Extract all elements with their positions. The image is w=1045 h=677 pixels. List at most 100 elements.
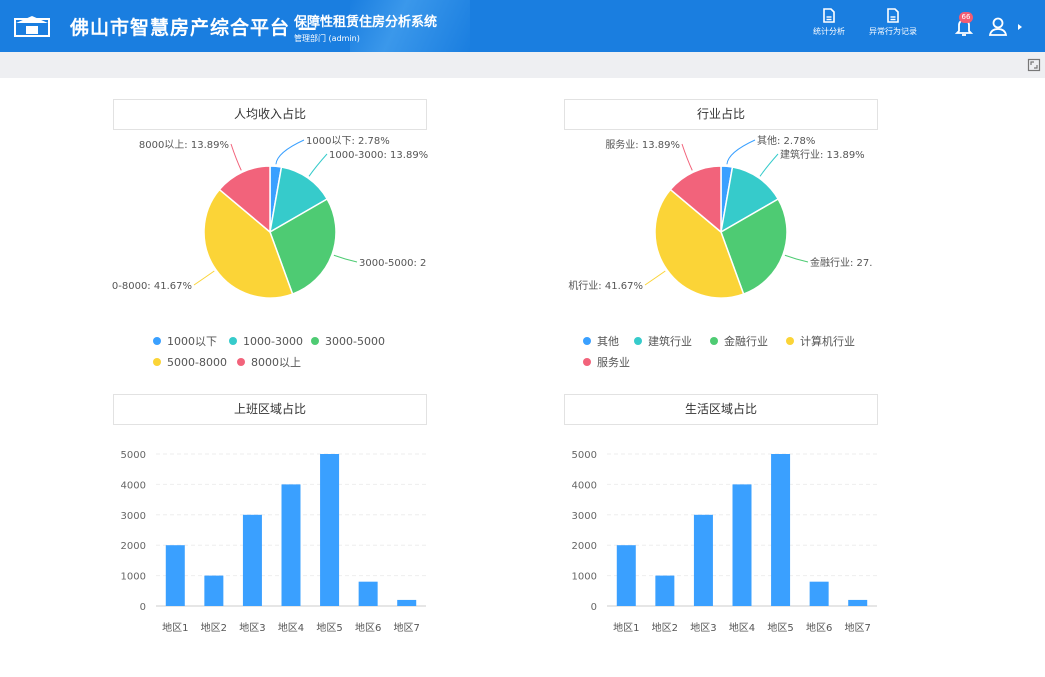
life-area-x-tick-label-2: 地区2 [652, 621, 678, 634]
top-header: 佛山市智慧房产综合平台 — 保障性租赁住房分析系统 管理部门 (admin) 统… [0, 0, 1045, 52]
life-area-panel-title: 生活区域占比 [564, 394, 878, 425]
work-area-x-tick-label-2: 地区2 [201, 621, 227, 634]
industry-label-line-5 [681, 143, 693, 171]
life-area-y-tick-label: 1000 [572, 572, 597, 583]
work-area-y-tick-label: 2000 [121, 541, 146, 552]
work-area-y-tick-label: 3000 [121, 511, 146, 522]
work-area-panel-title: 上班区域占比 [113, 394, 427, 425]
industry-legend-marker-4[interactable] [786, 337, 794, 345]
industry-legend-marker-1[interactable] [583, 337, 591, 345]
work-area-x-tick-label-1: 地区1 [162, 621, 188, 634]
income-slice-label-2: 1000-3000: 13.89% [329, 150, 428, 161]
life-area-y-tick-label: 3000 [572, 511, 597, 522]
income-legend-marker-4[interactable] [153, 358, 161, 366]
income-legend-label-3[interactable]: 3000-5000 [325, 335, 385, 348]
industry-legend-label-2[interactable]: 建筑行业 [648, 334, 692, 348]
income-label-line-5 [230, 143, 242, 171]
life-area-bar-2[interactable] [655, 575, 675, 606]
work-area-x-tick-label-6: 地区6 [355, 621, 381, 634]
life-area-y-tick-label: 0 [591, 602, 597, 613]
life-area-x-tick-label-5: 地区5 [767, 621, 793, 634]
toolbar [0, 52, 1045, 78]
work-area-y-tick-label: 5000 [121, 450, 146, 461]
work-area-x-tick-label-7: 地区7 [394, 621, 420, 634]
work-area-y-tick-label: 1000 [121, 572, 146, 583]
life-area-y-tick-label: 2000 [572, 541, 597, 552]
life-area-x-tick-label-4: 地区4 [729, 621, 755, 634]
income-slice-label-1: 1000以下: 2.78% [306, 136, 390, 147]
industry-legend-marker-2[interactable] [634, 337, 642, 345]
life-area-bar-5[interactable] [771, 454, 791, 606]
user-icon [988, 17, 1022, 36]
life-area-bar-6[interactable] [809, 581, 829, 606]
work-area-bar-5[interactable] [320, 454, 340, 606]
industry-label-line-2 [759, 153, 779, 177]
work-area-bar-7[interactable] [397, 599, 417, 606]
work-area-bar-2[interactable] [204, 575, 224, 606]
income-legend-label-4[interactable]: 5000-8000 [167, 356, 227, 369]
life-area-bar-3[interactable] [693, 514, 713, 606]
life-area-bar-7[interactable] [848, 599, 868, 606]
life-area-x-tick-label-7: 地区7 [845, 621, 871, 634]
app-title: 佛山市智慧房产综合平台 — [70, 17, 318, 39]
industry-label-line-3 [784, 254, 809, 263]
life-area-bar-1[interactable] [616, 545, 636, 606]
document-icon [887, 8, 899, 23]
income-label-line-3 [333, 254, 358, 263]
industry-legend-marker-3[interactable] [710, 337, 718, 345]
life-area-bar-chart: 0 1000 2000 3000 4000 5000 地区1 地区2 地区3 地区4 地区5 地区6 地… [572, 450, 877, 634]
industry-label-line-4 [644, 270, 666, 286]
income-label-line-1 [275, 139, 305, 165]
income-legend-marker-1[interactable] [153, 337, 161, 345]
logo-icon [14, 16, 50, 37]
life-area-x-tick-label-6: 地区6 [806, 621, 832, 634]
work-area-y-tick-label: 0 [140, 602, 146, 613]
income-legend-marker-3[interactable] [311, 337, 319, 345]
life-area-x-tick-label-3: 地区3 [690, 621, 716, 634]
industry-label-line-1 [726, 139, 756, 165]
nav-statistics-label: 统计分析 [813, 27, 845, 36]
income-legend-marker-5[interactable] [237, 358, 245, 366]
work-area-bar-1[interactable] [165, 545, 185, 606]
work-area-x-tick-label-5: 地区5 [316, 621, 342, 634]
income-pie-chart: 1000以下: 2.78% 1000-3000: 13.89% 3000-5000:… [112, 136, 428, 369]
industry-slice-label-1: 其他: 2.78% [757, 134, 815, 147]
industry-legend-marker-5[interactable] [583, 358, 591, 366]
nav-abnormal-records-label: 异常行为记录 [869, 27, 917, 36]
work-area-y-tick-label: 4000 [121, 480, 146, 491]
income-panel-title: 人均收入占比 [113, 99, 427, 130]
work-area-bar-4[interactable] [281, 484, 301, 606]
income-legend-marker-2[interactable] [229, 337, 237, 345]
income-label-line-4 [193, 270, 215, 286]
industry-pie-chart: 其他: 2.78%建筑行业: 13.89% 金融行业: 27. 机行业: 41.67… [568, 134, 872, 369]
industry-legend-label-1[interactable]: 其他 [597, 335, 619, 348]
nav-statistics-button[interactable]: 统计分析 [799, 8, 859, 44]
income-legend-label-1[interactable]: 1000以下 [167, 335, 217, 348]
income-slice-label-3: 3000-5000: 2 [359, 258, 426, 269]
industry-slice-label-5: 服务业: 13.89% [605, 138, 680, 151]
work-area-x-tick-label-4: 地区4 [278, 621, 304, 634]
industry-legend-label-3[interactable]: 金融行业 [724, 334, 768, 348]
user-menu-button[interactable] [988, 15, 1026, 39]
income-legend-label-2[interactable]: 1000-3000 [243, 335, 303, 348]
life-area-x-tick-label-1: 地区1 [613, 621, 639, 634]
work-area-bar-3[interactable] [242, 514, 262, 606]
industry-slice-label-2: 建筑行业: 13.89% [780, 148, 865, 161]
income-label-line-2 [308, 153, 328, 177]
industry-slice-label-4: 机行业: 41.67% [568, 279, 643, 292]
income-slice-label-5: 8000以上: 13.89% [139, 139, 229, 151]
industry-legend-label-5[interactable]: 服务业 [597, 356, 630, 369]
fullscreen-icon[interactable] [1027, 58, 1041, 72]
industry-legend-label-4[interactable]: 计算机行业 [800, 334, 855, 348]
work-area-bar-chart: 0 1000 2000 3000 4000 5000 地区1 地区2 地区3 地区4 地区5 地区6 地… [121, 450, 426, 634]
work-area-x-tick-label-3: 地区3 [239, 621, 265, 634]
life-area-y-tick-label: 5000 [572, 450, 597, 461]
department-label: 管理部门 (admin) [294, 34, 360, 43]
system-title: 保障性租赁住房分析系统 [294, 15, 438, 30]
income-legend-label-5[interactable]: 8000以上 [251, 356, 301, 369]
life-area-bar-4[interactable] [732, 484, 752, 606]
document-icon [823, 8, 835, 23]
work-area-bar-6[interactable] [358, 581, 378, 606]
nav-abnormal-records-button[interactable]: 异常行为记录 [863, 8, 923, 44]
notification-badge: 66 [959, 12, 973, 23]
